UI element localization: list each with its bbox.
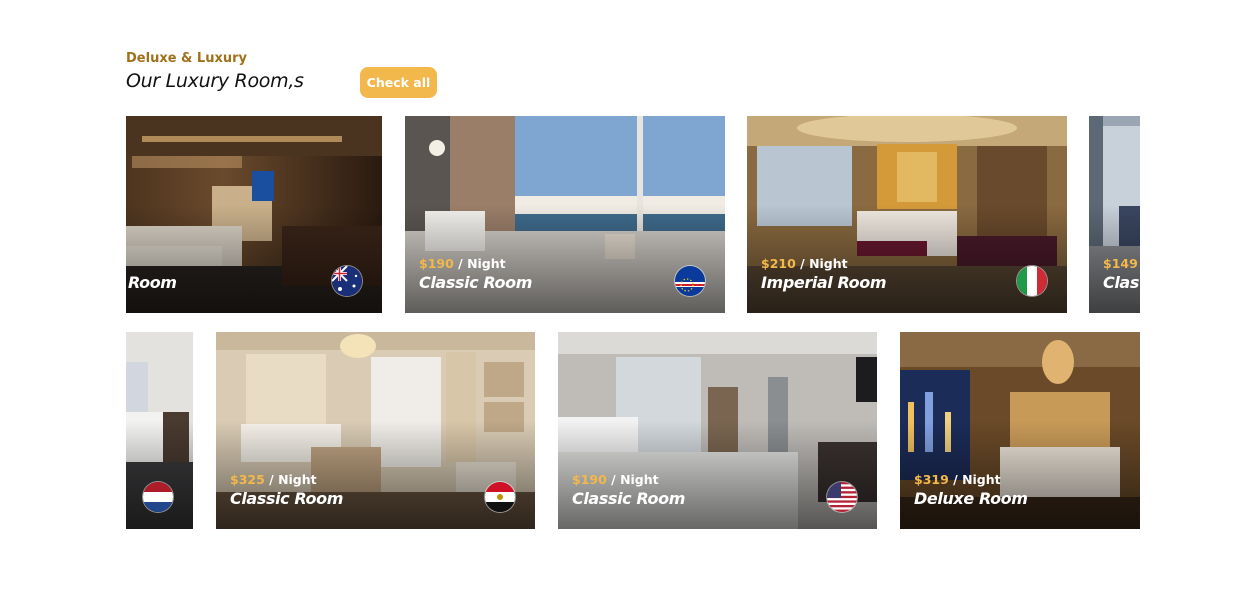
room-card[interactable]: $190 / Night Classic Room	[558, 332, 877, 529]
room-card[interactable]: $319 / Night Deluxe Room	[900, 332, 1140, 529]
room-card[interactable]	[126, 332, 193, 529]
cape-verde-flag-icon	[675, 266, 705, 296]
room-price: $319 / Night	[914, 472, 1001, 487]
room-name: Imperial Room	[761, 273, 887, 292]
room-card[interactable]: $149 / Clas	[1089, 116, 1140, 313]
room-price: $210 / Night	[761, 256, 848, 271]
check-all-button[interactable]: Check all	[360, 67, 437, 98]
egypt-flag-icon	[485, 482, 515, 512]
section-title: Our Luxury Room,s	[126, 70, 304, 92]
room-name: Room	[128, 273, 177, 292]
room-name: Deluxe Room	[914, 489, 1028, 508]
room-card[interactable]: ight Room	[126, 116, 382, 313]
room-card[interactable]: $325 / Night Classic Room	[216, 332, 535, 529]
room-card[interactable]: $210 / Night Imperial Room	[747, 116, 1067, 313]
room-name: Classic Room	[419, 273, 532, 292]
section-eyebrow: Deluxe & Luxury	[126, 51, 247, 66]
italy-flag-icon	[1017, 266, 1047, 296]
australia-flag-icon	[332, 266, 362, 296]
room-name: Clas	[1103, 273, 1139, 292]
room-price: $325 / Night	[230, 472, 317, 487]
netherlands-flag-icon	[143, 482, 173, 512]
room-name: Classic Room	[230, 489, 343, 508]
room-price: $149 /	[1103, 256, 1138, 271]
room-price: $190 / Night	[419, 256, 506, 271]
usa-flag-icon	[827, 482, 857, 512]
room-card[interactable]: $190 / Night Classic Room	[405, 116, 725, 313]
room-name: Classic Room	[572, 489, 685, 508]
rooms-carousel-row-2[interactable]: $325 / Night Classic Room $190 / Night C…	[126, 332, 1140, 529]
room-price: $190 / Night	[572, 472, 659, 487]
rooms-carousel-row-1[interactable]: ight Room $190 / Night Classic Room	[126, 116, 1140, 313]
